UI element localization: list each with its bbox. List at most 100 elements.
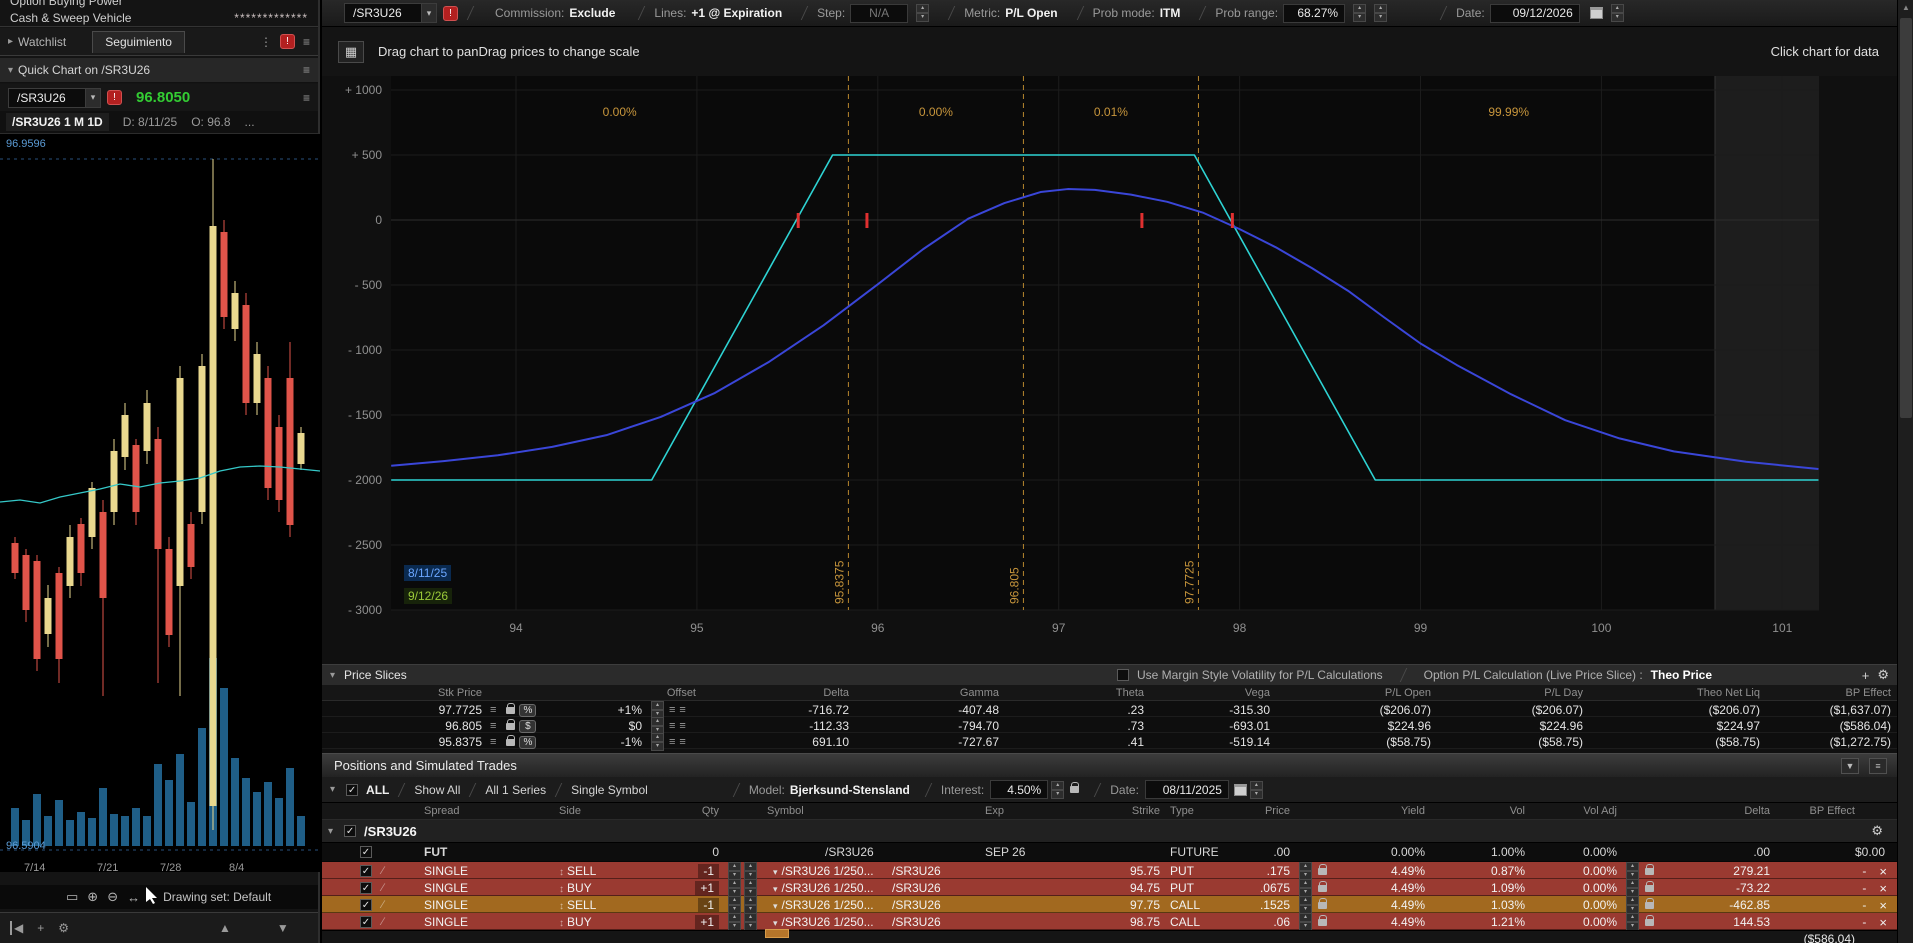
symbol-dropdown-button[interactable]: ▾ xyxy=(86,88,101,108)
price-lock-icon[interactable] xyxy=(1318,902,1327,909)
mini-candlestick-chart[interactable]: 96.9596 96.5904 7/14 7/21 7/28 8/4 xyxy=(0,134,320,872)
symbol-cell[interactable]: /SR3U26 1/250... xyxy=(782,898,874,912)
zoom-out-icon[interactable]: ⊖ xyxy=(107,889,118,905)
price-stepper[interactable]: ▴▾ xyxy=(1299,896,1312,914)
filter-all-label[interactable]: ALL xyxy=(366,783,389,797)
scroll-up-icon[interactable]: ▲ xyxy=(219,921,231,935)
jump-to-start-icon[interactable]: ◀ xyxy=(10,921,23,935)
qty-cell[interactable]: +1 xyxy=(695,915,719,929)
symbol-expand-icon[interactable]: ▾ xyxy=(773,901,778,911)
qty-stepper[interactable]: ▴▾ xyxy=(728,913,741,931)
symbol-expand-icon[interactable]: ▾ xyxy=(773,867,778,877)
side-cell[interactable]: SELL xyxy=(567,864,596,878)
margin-style-checkbox[interactable] xyxy=(1117,669,1129,681)
price-stepper[interactable]: ▴▾ xyxy=(1299,862,1312,880)
position-row[interactable]: ✓∕ SINGLE ↕BUY +1 ▴▾▴▾ ▾/SR3U26 1/250...… xyxy=(322,879,1897,896)
main-symbol-input[interactable]: /SR3U26 xyxy=(344,3,422,23)
slice-lock-icon[interactable] xyxy=(506,739,515,746)
scrollbar-up-arrow[interactable]: ▲ xyxy=(1898,0,1913,16)
offset-menu-icon-2[interactable]: ≡ xyxy=(679,704,685,716)
vol-adj-lock-icon[interactable] xyxy=(1645,919,1654,926)
positions-date-stepper[interactable]: ▴▾ xyxy=(1250,781,1263,799)
remove-row-button[interactable]: × xyxy=(1879,898,1887,913)
vol-adj-cell[interactable]: 0.00% xyxy=(1525,881,1617,895)
calendar-icon[interactable] xyxy=(1590,7,1603,19)
price-cell[interactable]: .0675 xyxy=(1245,881,1290,895)
positions-menu-button[interactable]: ≡ xyxy=(1869,758,1887,774)
positions-section-header[interactable]: Positions and Simulated Trades ▼ ≡ xyxy=(322,753,1897,777)
vol-adj-lock-icon[interactable] xyxy=(1645,885,1654,892)
step-stepper[interactable]: ▴▾ xyxy=(916,4,929,22)
watchlist-menu-icon[interactable]: ≡ xyxy=(303,35,310,49)
row-checkbox[interactable]: ✓ xyxy=(360,846,372,858)
positions-collapse-button[interactable]: ▼ xyxy=(1841,758,1859,774)
side-cell[interactable]: BUY xyxy=(567,915,592,929)
lines-value[interactable]: +1 @ Expiration xyxy=(691,6,782,20)
price-slices-collapse-icon[interactable]: ▾ xyxy=(330,670,335,681)
prob-range-stepper-2[interactable]: ▴▾ xyxy=(1374,4,1387,22)
position-row[interactable]: ✓∕ SINGLE ↕BUY +1 ▴▾▴▾ ▾/SR3U26 1/250...… xyxy=(322,913,1897,930)
symbol-cell[interactable]: /SR3U26 1/250... xyxy=(782,915,874,929)
model-value[interactable]: Bjerksund-Stensland xyxy=(790,783,910,797)
date-input[interactable]: 09/12/2026 xyxy=(1490,4,1580,23)
row-checkbox[interactable]: ✓ xyxy=(360,916,372,928)
vertical-scrollbar[interactable]: ▲ xyxy=(1897,0,1913,943)
scroll-down-icon[interactable]: ▼ xyxy=(277,921,289,935)
symbol-expand-icon[interactable]: ▾ xyxy=(773,884,778,894)
interest-lock-icon[interactable] xyxy=(1070,786,1079,793)
settings-gear-icon[interactable]: ⚙ xyxy=(58,921,69,935)
vol-adj-lock-icon[interactable] xyxy=(1645,868,1654,875)
side-cell[interactable]: SELL xyxy=(567,898,596,912)
vol-adj-lock-icon[interactable] xyxy=(1645,902,1654,909)
mini-chart-more-button[interactable]: ... xyxy=(245,115,255,129)
row-checkbox[interactable]: ✓ xyxy=(360,899,372,911)
remove-row-button[interactable]: × xyxy=(1879,915,1887,930)
calc-method-value[interactable]: Theo Price xyxy=(1651,668,1712,682)
scroll-horizontal-icon[interactable]: ↔ xyxy=(127,890,140,905)
watchlist-label[interactable]: Watchlist xyxy=(18,35,66,49)
interest-stepper[interactable]: ▴▾ xyxy=(1051,781,1064,799)
pan-tool-icon[interactable]: ▭ xyxy=(66,889,78,905)
drawing-set-selector[interactable]: Drawing set: Default xyxy=(163,890,271,904)
chart-panel-menu-icon[interactable]: ≡ xyxy=(303,91,310,105)
vol-adj-stepper[interactable]: ▴▾ xyxy=(1626,879,1639,897)
slice-mode-badge[interactable]: % xyxy=(519,736,536,749)
qty-stepper-2[interactable]: ▴▾ xyxy=(744,913,757,931)
symbol-expand-icon[interactable]: ▾ xyxy=(773,918,778,928)
quick-chart-header[interactable]: ▾ Quick Chart on /SR3U26 ≡ xyxy=(0,58,318,83)
offset-menu-icon[interactable]: ≡ xyxy=(669,704,675,716)
qty-stepper-2[interactable]: ▴▾ xyxy=(744,862,757,880)
offset-menu-icon-2[interactable]: ≡ xyxy=(679,720,685,732)
row-checkbox[interactable]: ✓ xyxy=(360,865,372,877)
qty-stepper[interactable]: ▴▾ xyxy=(728,862,741,880)
price-cell[interactable]: .1525 xyxy=(1245,898,1290,912)
filter-all-checkbox[interactable]: ✓ xyxy=(346,784,358,796)
group-settings-gear-icon[interactable]: ⚙ xyxy=(1871,823,1883,839)
qty-cell[interactable]: -1 xyxy=(698,898,719,912)
slice-menu-icon[interactable]: ≡ xyxy=(490,736,496,748)
position-row[interactable]: ✓∕ SINGLE ↕SELL -1 ▴▾▴▾ ▾/SR3U26 1/250..… xyxy=(322,862,1897,879)
position-row[interactable]: ✓∕ SINGLE ↕SELL -1 ▴▾▴▾ ▾/SR3U26 1/250..… xyxy=(322,896,1897,913)
filter-collapse-icon[interactable]: ▾ xyxy=(330,784,335,795)
vol-adj-stepper[interactable]: ▴▾ xyxy=(1626,896,1639,914)
vol-adj-stepper[interactable]: ▴▾ xyxy=(1626,862,1639,880)
price-lock-icon[interactable] xyxy=(1318,919,1327,926)
link-indicator-badge[interactable]: ! xyxy=(280,34,295,49)
metric-value[interactable]: P/L Open xyxy=(1005,6,1057,20)
remove-row-button[interactable]: × xyxy=(1879,881,1887,896)
slice-lock-icon[interactable] xyxy=(506,723,515,730)
qty-stepper-2[interactable]: ▴▾ xyxy=(744,879,757,897)
price-stepper[interactable]: ▴▾ xyxy=(1299,879,1312,897)
symbol-cell[interactable]: /SR3U26 1/250... xyxy=(782,881,874,895)
symbol-input[interactable]: /SR3U26 xyxy=(8,88,86,108)
prob-mode-value[interactable]: ITM xyxy=(1160,6,1181,20)
qty-cell[interactable]: -1 xyxy=(698,864,719,878)
slice-mode-badge[interactable]: % xyxy=(519,704,536,717)
remove-row-button[interactable]: × xyxy=(1879,864,1887,879)
zoom-in-icon[interactable]: ⊕ xyxy=(87,889,98,905)
add-price-slice-button[interactable]: + xyxy=(1862,668,1870,683)
slice-mode-badge[interactable]: $ xyxy=(519,720,536,733)
add-button-icon[interactable]: + xyxy=(37,921,44,935)
positions-date-input[interactable]: 08/11/2025 xyxy=(1145,780,1229,799)
slice-lock-icon[interactable] xyxy=(506,707,515,714)
